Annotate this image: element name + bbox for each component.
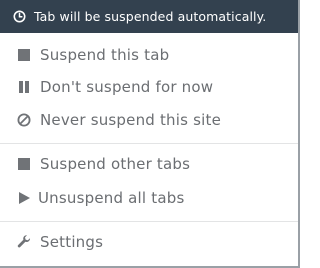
suspend-this-tab-item[interactable]: Suspend this tab bbox=[0, 39, 298, 71]
pause-icon bbox=[17, 80, 31, 94]
menu-divider bbox=[0, 143, 298, 144]
suspender-popup: Tab will be suspended automatically. Sus… bbox=[0, 0, 300, 268]
dont-suspend-for-now-label: Don't suspend for now bbox=[40, 78, 214, 96]
menu-divider bbox=[0, 221, 298, 222]
wrench-icon bbox=[17, 235, 31, 249]
suspend-other-tabs-item[interactable]: Suspend other tabs bbox=[0, 148, 298, 180]
suspend-other-tabs-label: Suspend other tabs bbox=[40, 155, 191, 173]
unsuspend-all-tabs-label: Unsuspend all tabs bbox=[38, 189, 185, 207]
stop-square-icon bbox=[17, 48, 31, 62]
stop-square-icon bbox=[17, 157, 31, 171]
suspend-this-tab-label: Suspend this tab bbox=[40, 46, 170, 64]
unsuspend-all-tabs-item[interactable]: Unsuspend all tabs bbox=[0, 182, 298, 214]
never-suspend-this-site-label: Never suspend this site bbox=[40, 111, 222, 129]
settings-label: Settings bbox=[40, 233, 104, 251]
clock-icon bbox=[13, 10, 26, 23]
status-text: Tab will be suspended automatically. bbox=[34, 9, 267, 24]
dont-suspend-for-now-item[interactable]: Don't suspend for now bbox=[0, 71, 298, 103]
status-banner: Tab will be suspended automatically. bbox=[0, 0, 298, 33]
play-icon bbox=[17, 191, 31, 205]
never-suspend-this-site-item[interactable]: Never suspend this site bbox=[0, 104, 298, 136]
settings-item[interactable]: Settings bbox=[0, 226, 298, 258]
block-icon bbox=[17, 113, 31, 127]
